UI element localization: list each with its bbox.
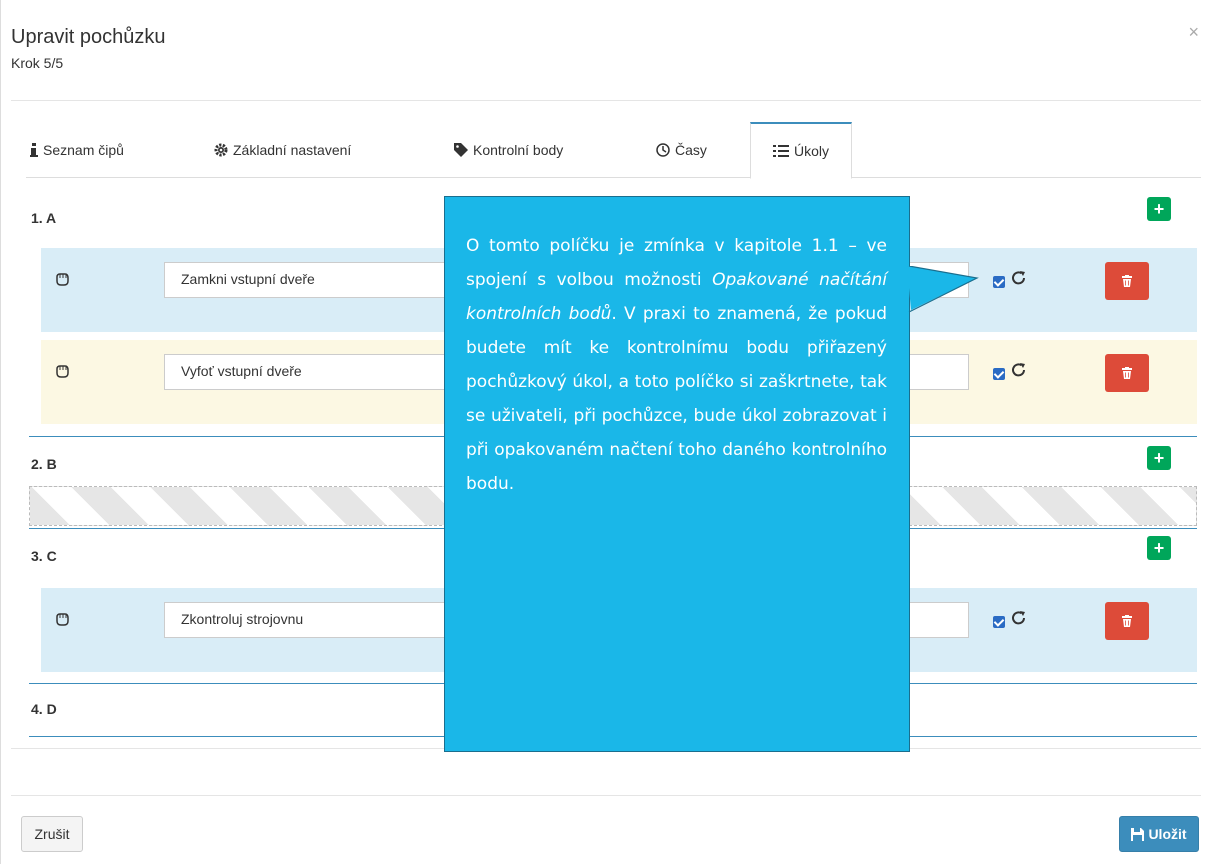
- tab-label: Základní nastavení: [233, 142, 352, 158]
- drag-hand-icon[interactable]: [55, 272, 69, 286]
- header-divider: [11, 100, 1201, 101]
- tab-chip-list[interactable]: Seznam čipů: [30, 122, 124, 178]
- repeat-icon: [1012, 611, 1025, 625]
- save-label: Uložit: [1148, 826, 1187, 842]
- trash-icon: [1122, 367, 1132, 379]
- tab-times[interactable]: Časy: [656, 122, 707, 178]
- repeat-icon: [1012, 363, 1025, 377]
- add-task-button[interactable]: +: [1147, 446, 1171, 470]
- tab-bar: Seznam čipů Základní nastavení Kontrolní…: [26, 122, 1201, 179]
- tab-label: Úkoly: [794, 143, 830, 159]
- section-label: 4. D: [31, 701, 57, 717]
- delete-task-button[interactable]: [1105, 262, 1149, 300]
- add-task-button[interactable]: +: [1147, 197, 1171, 221]
- repeat-checkbox[interactable]: [993, 276, 1005, 288]
- edit-round-dialog: Upravit pochůzku Krok 5/5 × Seznam čipů …: [0, 0, 1211, 864]
- drag-hand-icon[interactable]: [55, 612, 69, 626]
- clock-icon: [656, 143, 670, 157]
- drag-hand-icon[interactable]: [55, 364, 69, 378]
- save-button[interactable]: Uložit: [1119, 816, 1199, 852]
- info-icon: [30, 143, 38, 157]
- close-icon[interactable]: ×: [1188, 22, 1199, 43]
- footer-divider: [11, 795, 1201, 796]
- list-icon: [773, 145, 789, 157]
- gear-icon: [214, 143, 228, 157]
- trash-icon: [1122, 615, 1132, 627]
- section-label: 2. B: [31, 456, 57, 472]
- repeat-checkbox[interactable]: [993, 616, 1005, 628]
- trash-icon: [1122, 275, 1132, 287]
- step-indicator: Krok 5/5: [11, 55, 64, 71]
- callout-annotation: O tomto políčku je zmínka v kapitole 1.1…: [444, 196, 910, 752]
- dialog-title: Upravit pochůzku: [11, 26, 166, 48]
- repeat-icon: [1012, 271, 1025, 285]
- add-task-button[interactable]: +: [1147, 536, 1171, 560]
- section-label: 1. A: [31, 210, 57, 226]
- tab-basic-settings[interactable]: Základní nastavení: [214, 122, 351, 178]
- tab-label: Seznam čipů: [43, 142, 124, 158]
- dialog-header: Upravit pochůzku Krok 5/5: [11, 26, 166, 71]
- cancel-button[interactable]: Zrušit: [21, 816, 83, 852]
- tab-tasks[interactable]: Úkoly: [750, 122, 853, 179]
- delete-task-button[interactable]: [1105, 354, 1149, 392]
- callout-text-part2: . V praxi to znamená, že pokud budete mí…: [466, 304, 887, 494]
- section-label: 3. C: [31, 548, 57, 564]
- delete-task-button[interactable]: [1105, 602, 1149, 640]
- callout-pointer: [907, 266, 979, 313]
- floppy-icon: [1131, 827, 1145, 841]
- tab-label: Časy: [675, 142, 707, 158]
- tab-checkpoints[interactable]: Kontrolní body: [454, 122, 563, 178]
- tag-icon: [454, 143, 468, 157]
- repeat-checkbox[interactable]: [993, 368, 1005, 380]
- tab-label: Kontrolní body: [473, 142, 564, 158]
- callout-text: O tomto políčku je zmínka v kapitole 1.1…: [466, 229, 887, 501]
